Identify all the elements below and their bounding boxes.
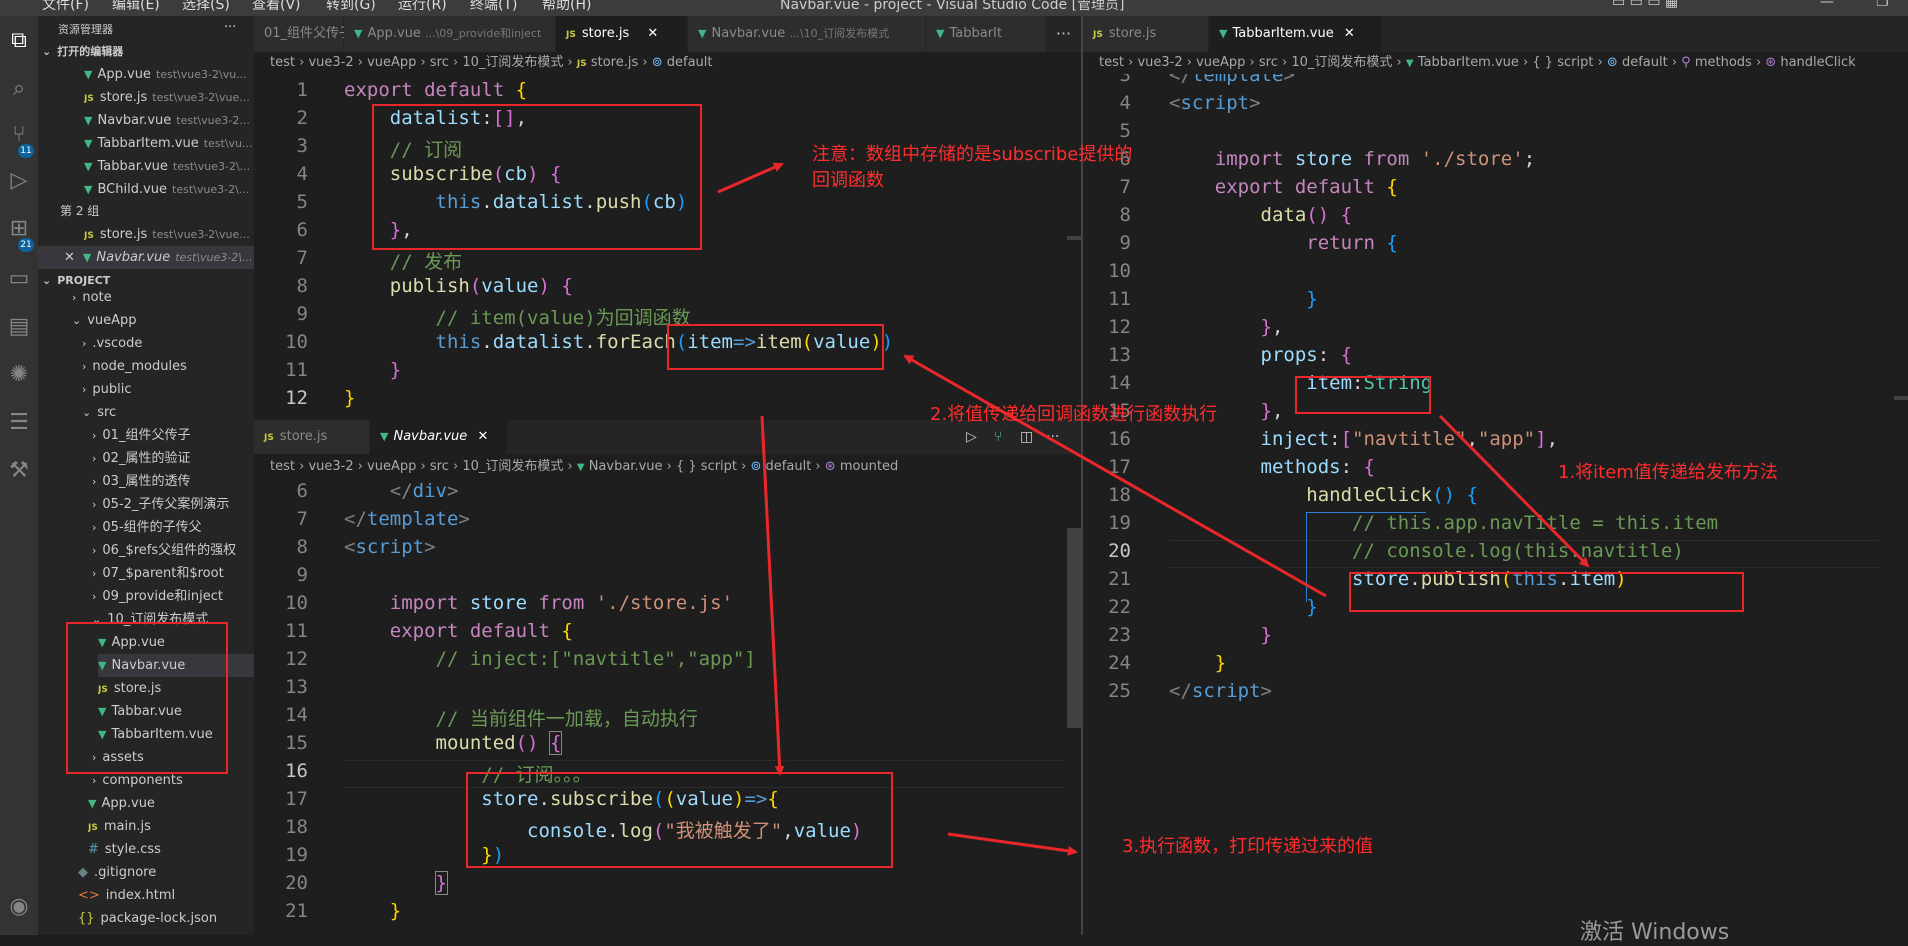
windows-watermark: 激活 Windows [1580,920,1730,945]
arrow-note [717,162,784,194]
arrow-step1 [1438,414,1590,568]
arrow-step2 [903,354,1327,598]
arrow-down [760,415,785,776]
annotation-step3: 3.执行函数，打印传递过来的值 [1122,836,1374,857]
annotation-note: 注意：数组中存储的是subscribe提供的 [812,144,1133,165]
annotation-step2: 2.将值传递给回调函数进行函数执行 [930,404,1218,425]
annotation-step1: 1.将item值传递给发布方法 [1558,462,1778,483]
annotation-note-line2: 回调函数 [812,170,884,191]
arrow-step3 [947,832,1078,856]
